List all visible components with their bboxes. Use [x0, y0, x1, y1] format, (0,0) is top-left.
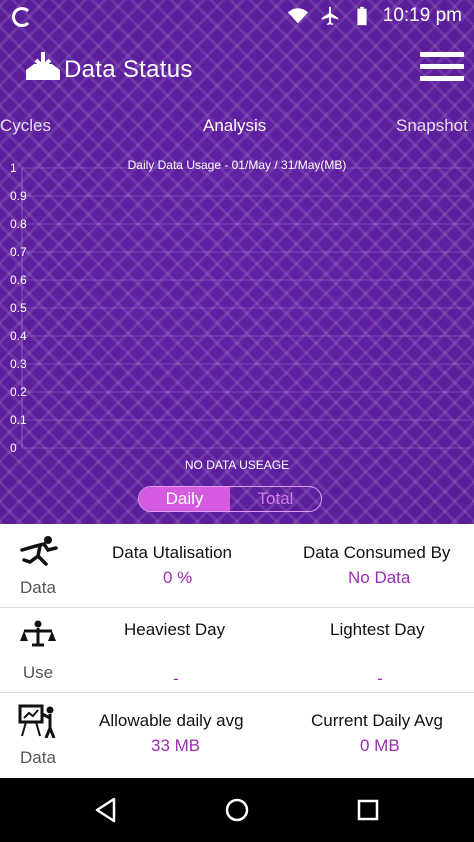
y-tick-label: 0.4: [10, 329, 27, 343]
battery-icon: [357, 6, 367, 26]
stat-row-utilisation: Data Data Utalisation 0 % Data Consumed …: [0, 524, 474, 608]
data-utilisation-label: Data Utalisation: [112, 543, 233, 562]
y-tick-label: 1: [10, 161, 17, 175]
home-icon[interactable]: [223, 796, 251, 824]
stat-row-averages: Data Allowable daily avg 33 MB Current D…: [0, 694, 474, 778]
daily-total-toggle[interactable]: Daily Total: [138, 486, 322, 512]
wifi-icon: [287, 8, 308, 24]
presentation-board-icon: [18, 704, 56, 738]
row-side-label: Data: [20, 748, 56, 767]
toggle-daily[interactable]: Daily: [139, 487, 230, 511]
y-tick-label: 0.1: [10, 413, 27, 427]
usage-chart: 1 0.9 0.8 0.7 0.6 0.5 0.4 0.3 0.2 0.1 0: [10, 161, 470, 455]
airplane-icon: [321, 6, 339, 26]
row-side-label: Data: [20, 578, 56, 597]
y-tick-label: 0.5: [10, 301, 27, 315]
y-tick-label: 0.8: [10, 217, 27, 231]
tab-bar: Cycles Analysis Snapshot: [0, 112, 474, 142]
app-status-icon: [12, 7, 32, 27]
current-daily-avg-label: Current Daily Avg: [311, 711, 443, 730]
y-tick-label: 0: [10, 441, 17, 455]
runner-icon: [20, 536, 58, 566]
current-daily-avg-value: 0 MB: [360, 736, 400, 755]
y-tick-label: 0.6: [10, 273, 27, 287]
tab-analysis[interactable]: Analysis: [203, 116, 266, 136]
no-data-message: NO DATA USEAGE: [184, 458, 290, 472]
data-consumed-by-value: No Data: [348, 568, 411, 587]
status-time: 10:19 pm: [382, 5, 462, 26]
status-icons: 10:19 pm: [287, 5, 462, 27]
stat-row-days: Use Heaviest Day - Lightest Day -: [0, 609, 474, 693]
download-tray-icon: [26, 52, 60, 80]
scales-person-icon: [20, 620, 56, 647]
y-tick-label: 0.3: [10, 357, 27, 371]
y-tick-label: 0.9: [10, 189, 27, 203]
lightest-day-label: Lightest Day: [330, 620, 425, 639]
lightest-day-value: -: [377, 669, 383, 688]
allowable-daily-avg-value: 33 MB: [151, 736, 201, 755]
allowable-daily-avg-label: Allowable daily avg: [99, 711, 244, 730]
y-tick-label: 0.2: [10, 385, 27, 399]
data-utilisation-value: 0 %: [163, 568, 193, 587]
hamburger-menu-icon[interactable]: [420, 52, 464, 86]
app-title: Data Status: [64, 56, 193, 83]
data-consumed-by-label: Data Consumed By: [303, 543, 451, 562]
heaviest-day-value: -: [173, 669, 179, 688]
row-side-label: Use: [22, 663, 54, 682]
stats-panel: Data Data Utalisation 0 % Data Consumed …: [0, 524, 474, 778]
tab-cycles[interactable]: Cycles: [0, 116, 51, 136]
heaviest-day-label: Heaviest Day: [124, 620, 226, 639]
tab-snapshot[interactable]: Snapshot: [396, 116, 468, 136]
recents-icon[interactable]: [354, 796, 382, 824]
back-icon[interactable]: [92, 796, 120, 824]
toggle-total[interactable]: Total: [230, 487, 321, 511]
status-bar: 10:19 pm: [0, 0, 474, 34]
system-nav-bar: [0, 778, 474, 842]
app-header: Data Status: [0, 40, 474, 100]
y-tick-label: 0.7: [10, 245, 27, 259]
